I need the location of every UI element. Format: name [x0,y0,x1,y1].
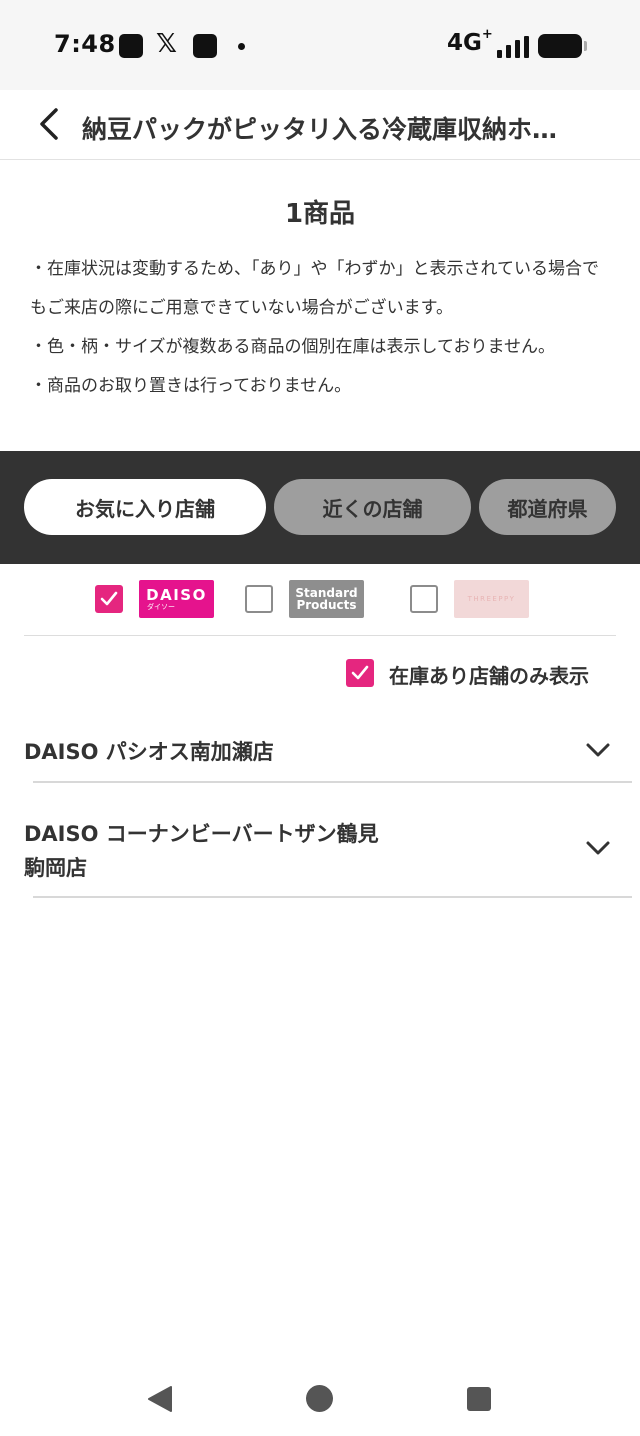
status-time: 7:48 [54,30,116,58]
divider [24,635,616,636]
store-divider [33,896,632,898]
daiso-checkbox[interactable] [95,585,123,613]
battery-icon [538,34,587,58]
stock-notes: ・在庫状況は変動するため、「あり」や「わずか」と表示されている場合でもご来店の際… [30,250,615,406]
in-stock-only-label[interactable]: 在庫あり店舗のみ表示 [389,660,589,689]
store-tabs: お気に入り店舗 近くの店舗 都道府県 [0,451,640,564]
note-item: ・色・柄・サイズが複数ある商品の個別在庫は表示しておりません。 [30,337,555,357]
tab-nearby-stores[interactable]: 近くの店舗 [274,479,471,535]
tab-prefecture[interactable]: 都道府県 [479,479,616,535]
nav-home-icon[interactable] [306,1385,333,1412]
chevron-down-icon[interactable] [585,741,611,759]
back-arrow-icon[interactable] [30,104,70,144]
page-title: 納豆パックがピッタリ入る冷蔵庫収納ホ… [82,115,558,144]
notification-app-icon-2 [193,34,217,58]
store-name[interactable]: DAISO パシオス南加瀬店 [24,735,274,769]
nav-back-icon[interactable] [146,1385,174,1413]
check-icon [100,591,118,606]
x-app-icon: 𝕏 [156,29,177,59]
standard-products-checkbox[interactable] [245,585,273,613]
note-item: ・在庫状況は変動するため、「あり」や「わずか」と表示されている場合でもご来店の際… [30,259,599,318]
app-header: 納豆パックがピッタリ入る冷蔵庫収納ホ… [0,90,640,160]
threeppy-checkbox[interactable] [410,585,438,613]
in-stock-only-checkbox[interactable] [346,659,374,687]
more-notifications-icon [238,43,245,50]
note-item: ・商品のお取り置きは行っておりません。 [30,376,352,396]
store-name[interactable]: DAISO コーナンビーバートザン鶴見 駒岡店 [24,817,379,885]
product-count: 1商品 [284,199,356,229]
store-divider [33,781,632,783]
status-bar: 7:48 𝕏 4G+ [0,0,640,90]
signal-icon [497,36,529,58]
check-icon [351,665,369,680]
threeppy-logo: THREEPPY [454,580,529,618]
standard-products-logo: Standard Products [289,580,364,618]
chevron-down-icon[interactable] [585,839,611,857]
network-type: 4G+ [447,27,493,56]
nav-recents-icon[interactable] [467,1387,491,1411]
daiso-logo: DAISO ダイソー [139,580,214,618]
tab-favorite-stores[interactable]: お気に入り店舗 [24,479,266,535]
notification-app-icon [119,34,143,58]
